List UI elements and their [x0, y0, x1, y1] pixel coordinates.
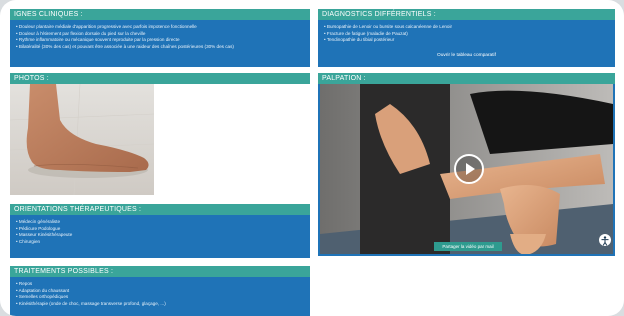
signes-cliniques-title: IGNES CLINIQUES : [10, 9, 310, 20]
diagnostics-title: DIAGNOSTICS DIFFÉRENTIELS : [318, 9, 615, 20]
list-item: • Médecin généraliste [16, 219, 61, 224]
palpation-video[interactable]: Partager la vidéo par mail [320, 84, 613, 254]
orientations-panel: ORIENTATIONS THÉRAPEUTIQUES : • Médecin … [10, 204, 310, 258]
orientations-title: ORIENTATIONS THÉRAPEUTIQUES : [10, 204, 310, 215]
play-button[interactable] [454, 154, 484, 184]
list-item: • Rythme inflammatoire ou mécanique souv… [16, 37, 180, 43]
orientations-list: • Médecin généraliste • Pédicure Podolog… [16, 219, 306, 245]
photos-section: PHOTOS : [9, 73, 310, 197]
diagnostics-panel: DIAGNOSTICS DIFFÉRENTIELS : • Bursopathi… [318, 9, 615, 67]
list-item: • Repos [16, 281, 33, 286]
list-item: • Chirurgien [16, 238, 41, 244]
signes-cliniques-list: • Douleur plantaire médiale d'apparition… [16, 24, 306, 50]
palpation-section: PALPATION : Partager la vidéo par mail [318, 73, 615, 256]
list-item: • Fracture de fatigue (maladie de Pauzat… [324, 30, 408, 36]
list-item: • Douleur plantaire médiale d'apparition… [16, 24, 197, 29]
share-video-button[interactable]: Partager la vidéo par mail [434, 242, 502, 251]
signes-cliniques-panel: IGNES CLINIQUES : • Douleur plantaire mé… [10, 9, 310, 67]
photos-title: PHOTOS : [10, 73, 310, 84]
traitements-title: TRAITEMENTS POSSIBLES : [10, 266, 310, 277]
traitements-list: • Repos • Adaptation du chaussant • Seme… [16, 281, 306, 307]
list-item: • Pédicure Podologue [16, 225, 61, 231]
list-item: • Bursopathie de Lenoir ou bursite sous … [324, 24, 453, 29]
accessibility-icon [601, 236, 609, 246]
foot-photo[interactable] [9, 83, 155, 196]
foot-photo-image [9, 83, 155, 196]
list-item: • Bilatéralité (30% des cas) et pouvant … [16, 43, 234, 49]
comparative-table-link[interactable]: Ouvrir le tableau comparatif [318, 53, 615, 58]
list-item: • Semelles orthopédiques [16, 294, 69, 300]
list-item: • Kinésithérapie (onde de choc, massage … [16, 300, 166, 306]
play-icon [466, 163, 475, 175]
accessibility-button[interactable] [599, 234, 611, 246]
palpation-title: PALPATION : [318, 73, 615, 84]
list-item: • Adaptation du chaussant [16, 287, 70, 293]
list-item: • Douleur à l'étirement par flexion dors… [16, 30, 146, 36]
diagnostics-list: • Bursopathie de Lenoir ou bursite sous … [324, 24, 611, 44]
list-item: • Masseur Kinésithérapeute [16, 232, 73, 238]
list-item: • Tendinopathie du tibial postérieur [324, 37, 395, 43]
page-card: IGNES CLINIQUES : • Douleur plantaire mé… [0, 0, 624, 316]
traitements-panel: TRAITEMENTS POSSIBLES : • Repos • Adapta… [10, 266, 310, 316]
